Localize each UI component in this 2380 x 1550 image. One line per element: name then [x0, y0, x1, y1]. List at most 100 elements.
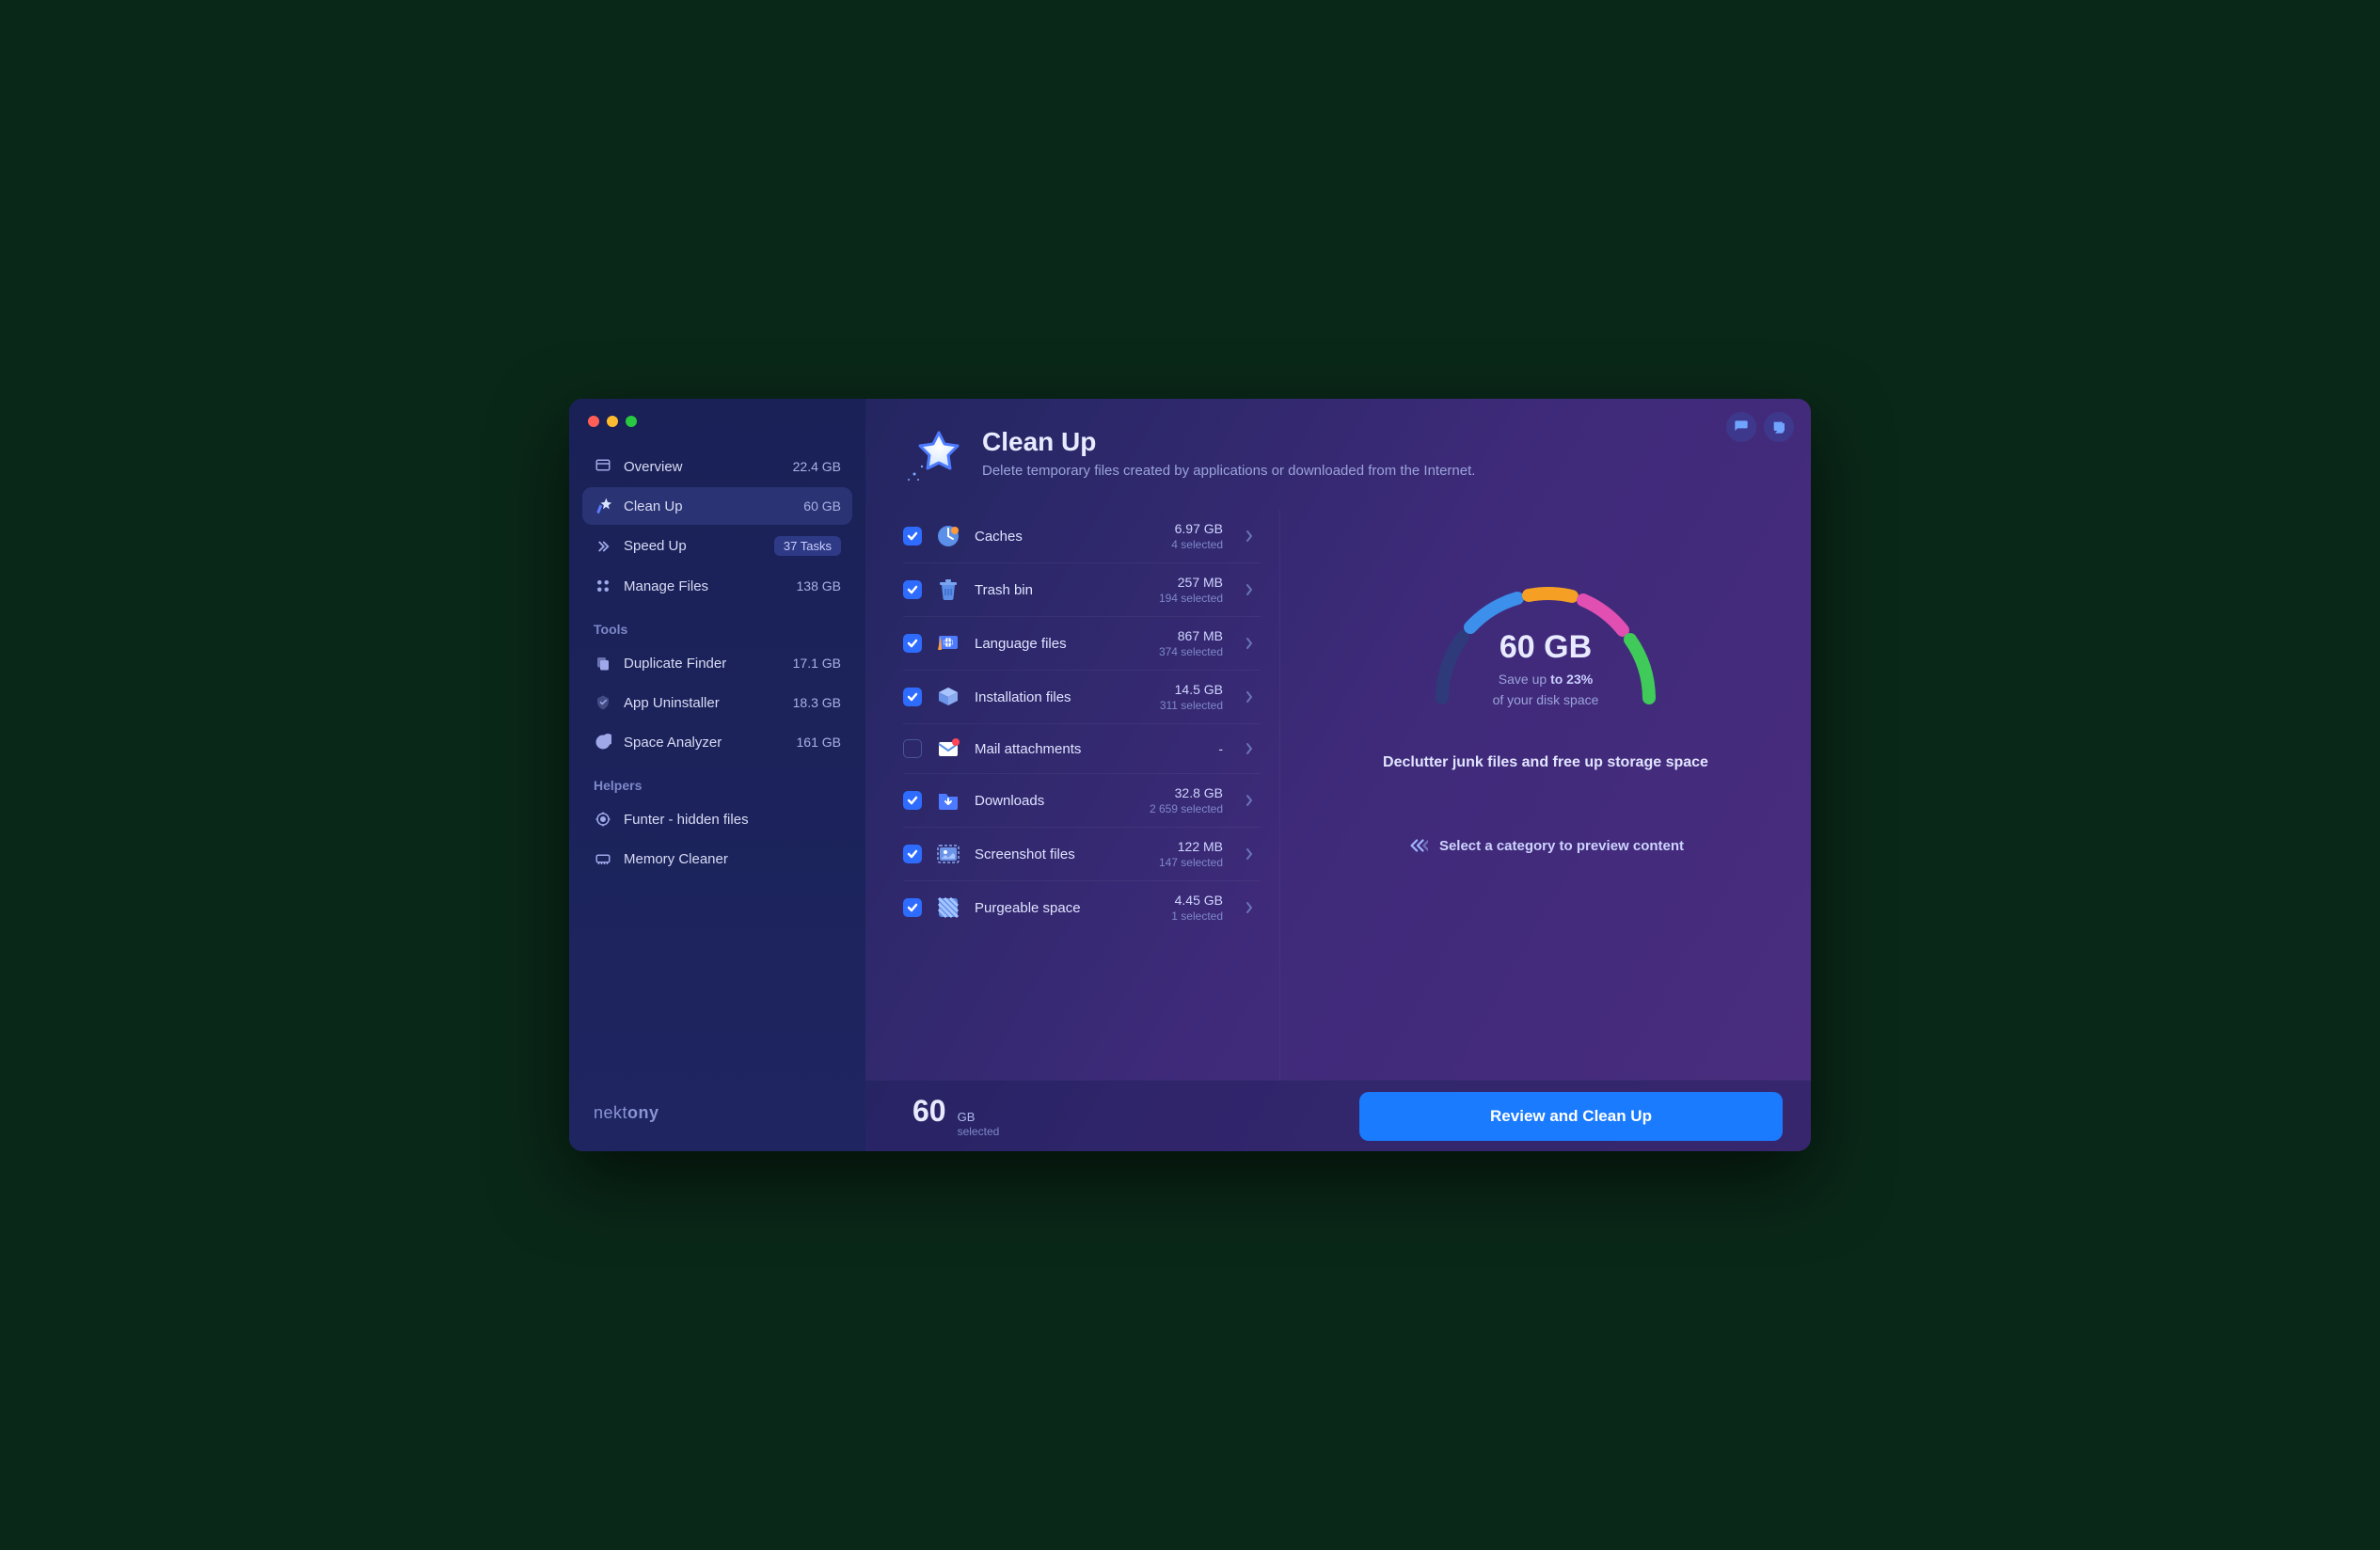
mail-icon	[935, 735, 961, 762]
analyzer-icon	[594, 733, 612, 751]
maximize-window-button[interactable]	[626, 416, 637, 427]
category-checkbox[interactable]	[903, 634, 922, 653]
page-subtitle: Delete temporary files created by applic…	[982, 463, 1475, 479]
sidebar-item-duplicate-finder[interactable]: Duplicate Finder 17.1 GB	[582, 644, 852, 682]
sidebar-section-helpers: Helpers	[582, 763, 852, 800]
sidebar: Overview22.4 GB Clean Up 60 GB Speed Up37 T…	[569, 399, 865, 1151]
category-checkbox[interactable]	[903, 791, 922, 810]
category-size: 4.45 GB	[1171, 893, 1223, 908]
purgeable-icon	[935, 894, 961, 921]
page-header: Clean Up Delete temporary files created …	[865, 399, 1811, 510]
category-size: 867 MB	[1159, 628, 1223, 643]
sidebar-item-app-uninstaller[interactable]: App Uninstaller 18.3 GB	[582, 684, 852, 721]
cleanup-icon	[594, 497, 612, 515]
sidebar-item-label: App Uninstaller	[624, 695, 782, 711]
category-row-downloads[interactable]: Downloads32.8 GB2 659 selected	[903, 774, 1261, 828]
language-icon	[935, 630, 961, 656]
category-checkbox[interactable]	[903, 580, 922, 599]
memory-icon	[594, 849, 612, 868]
sidebar-item-manage-files[interactable]: Manage Files 138 GB	[582, 567, 852, 605]
category-size: 122 MB	[1159, 839, 1223, 854]
category-name: Mail attachments	[975, 741, 1205, 757]
category-row-language-files[interactable]: Language files 867 MB 374 selected	[903, 617, 1261, 671]
sidebar-section-tools: Tools	[582, 607, 852, 644]
category-selected-count: 4 selected	[1171, 538, 1223, 551]
category-name: Installation files	[975, 689, 1147, 705]
app-window: Overview22.4 GB Clean Up 60 GB Speed Up37 T…	[569, 399, 1811, 1151]
gauge-space-line: of your disk space	[1414, 692, 1677, 707]
page-title: Clean Up	[982, 427, 1475, 457]
category-name: Caches	[975, 529, 1158, 545]
chevron-right-icon	[1236, 847, 1253, 861]
chevron-right-icon	[1236, 637, 1253, 650]
chevron-right-icon	[1236, 530, 1253, 543]
category-size: 257 MB	[1159, 575, 1223, 590]
category-list: Caches 6.97 GB 4 selected Trash bin 257 MB 19…	[903, 510, 1261, 1080]
chevron-right-icon	[1236, 583, 1253, 596]
category-row-caches[interactable]: Caches 6.97 GB 4 selected	[903, 510, 1261, 563]
sidebar-item-value: 17.1 GB	[793, 656, 841, 671]
category-checkbox[interactable]	[903, 527, 922, 546]
footer-total: 60 GB selected	[912, 1094, 999, 1138]
category-row-purgeable-space[interactable]: Purgeable space4.45 GB1 selected	[903, 881, 1261, 934]
sidebar-item-label: Space Analyzer	[624, 735, 785, 751]
speedup-icon	[594, 537, 612, 556]
category-name: Trash bin	[975, 582, 1146, 598]
footer-bar: 60 GB selected Review and Clean Up	[865, 1080, 1811, 1151]
category-selected-count: 2 659 selected	[1150, 802, 1223, 815]
category-checkbox[interactable]	[903, 739, 922, 758]
sidebar-item-label: Clean Up	[624, 498, 792, 514]
category-row-mail-attachments[interactable]: Mail attachments-	[903, 724, 1261, 774]
install-icon	[935, 684, 961, 710]
chat-support-button[interactable]	[1726, 412, 1756, 442]
sidebar-item-value: 138 GB	[797, 578, 841, 593]
brand-logo: nektony	[582, 1094, 852, 1132]
category-size: 6.97 GB	[1171, 521, 1223, 536]
category-size: -	[1218, 741, 1223, 756]
sidebar-item-value: 60 GB	[803, 498, 841, 514]
category-row-installation-files[interactable]: Installation files14.5 GB311 selected	[903, 671, 1261, 724]
duplicate-icon	[594, 654, 612, 672]
sidebar-item-label: Memory Cleaner	[624, 851, 841, 867]
minimize-window-button[interactable]	[607, 416, 618, 427]
category-selected-count: 374 selected	[1159, 645, 1223, 658]
chevrons-left-icon	[1407, 837, 1428, 854]
category-checkbox[interactable]	[903, 845, 922, 863]
uninstall-icon	[594, 693, 612, 712]
category-row-screenshot-files[interactable]: Screenshot files122 MB147 selected	[903, 828, 1261, 881]
category-selected-count: 311 selected	[1160, 699, 1223, 712]
category-checkbox[interactable]	[903, 688, 922, 706]
sidebar-item-speed-up[interactable]: Speed Up37 Tasks	[582, 527, 852, 565]
sidebar-item-overview[interactable]: Overview22.4 GB	[582, 448, 852, 485]
category-name: Screenshot files	[975, 846, 1146, 862]
summary-panel: 60 GB Save up to 23% of your disk space …	[1279, 510, 1811, 1080]
window-controls	[582, 412, 852, 448]
close-window-button[interactable]	[588, 416, 599, 427]
category-checkbox[interactable]	[903, 898, 922, 917]
category-name: Purgeable space	[975, 900, 1158, 916]
funter-icon	[594, 810, 612, 829]
sidebar-item-label: Speed Up	[624, 538, 763, 554]
caches-icon	[935, 523, 961, 549]
sidebar-item-label: Manage Files	[624, 578, 785, 594]
category-selected-count: 194 selected	[1159, 592, 1223, 605]
category-name: Downloads	[975, 793, 1136, 809]
chevron-right-icon	[1236, 901, 1253, 914]
sidebar-item-value: 161 GB	[797, 735, 841, 750]
gauge-total: 60 GB	[1414, 629, 1677, 666]
chevron-right-icon	[1236, 794, 1253, 807]
preview-hint: Select a category to preview content	[1407, 837, 1684, 854]
sidebar-item-value: 18.3 GB	[793, 695, 841, 710]
review-cleanup-button[interactable]: Review and Clean Up	[1359, 1092, 1783, 1141]
sidebar-item-clean-up[interactable]: Clean Up 60 GB	[582, 487, 852, 525]
sidebar-item-label: Funter - hidden files	[624, 812, 841, 828]
category-row-trash-bin[interactable]: Trash bin 257 MB 194 selected	[903, 563, 1261, 617]
sidebar-item-funter-hidden-files[interactable]: Funter - hidden files	[582, 800, 852, 838]
news-button[interactable]	[1764, 412, 1794, 442]
category-name: Language files	[975, 636, 1146, 652]
manage-icon	[594, 577, 612, 595]
sidebar-item-space-analyzer[interactable]: Space Analyzer 161 GB	[582, 723, 852, 761]
main-pane: Clean Up Delete temporary files created …	[865, 399, 1811, 1151]
sidebar-item-label: Duplicate Finder	[624, 656, 782, 672]
sidebar-item-memory-cleaner[interactable]: Memory Cleaner	[582, 840, 852, 878]
